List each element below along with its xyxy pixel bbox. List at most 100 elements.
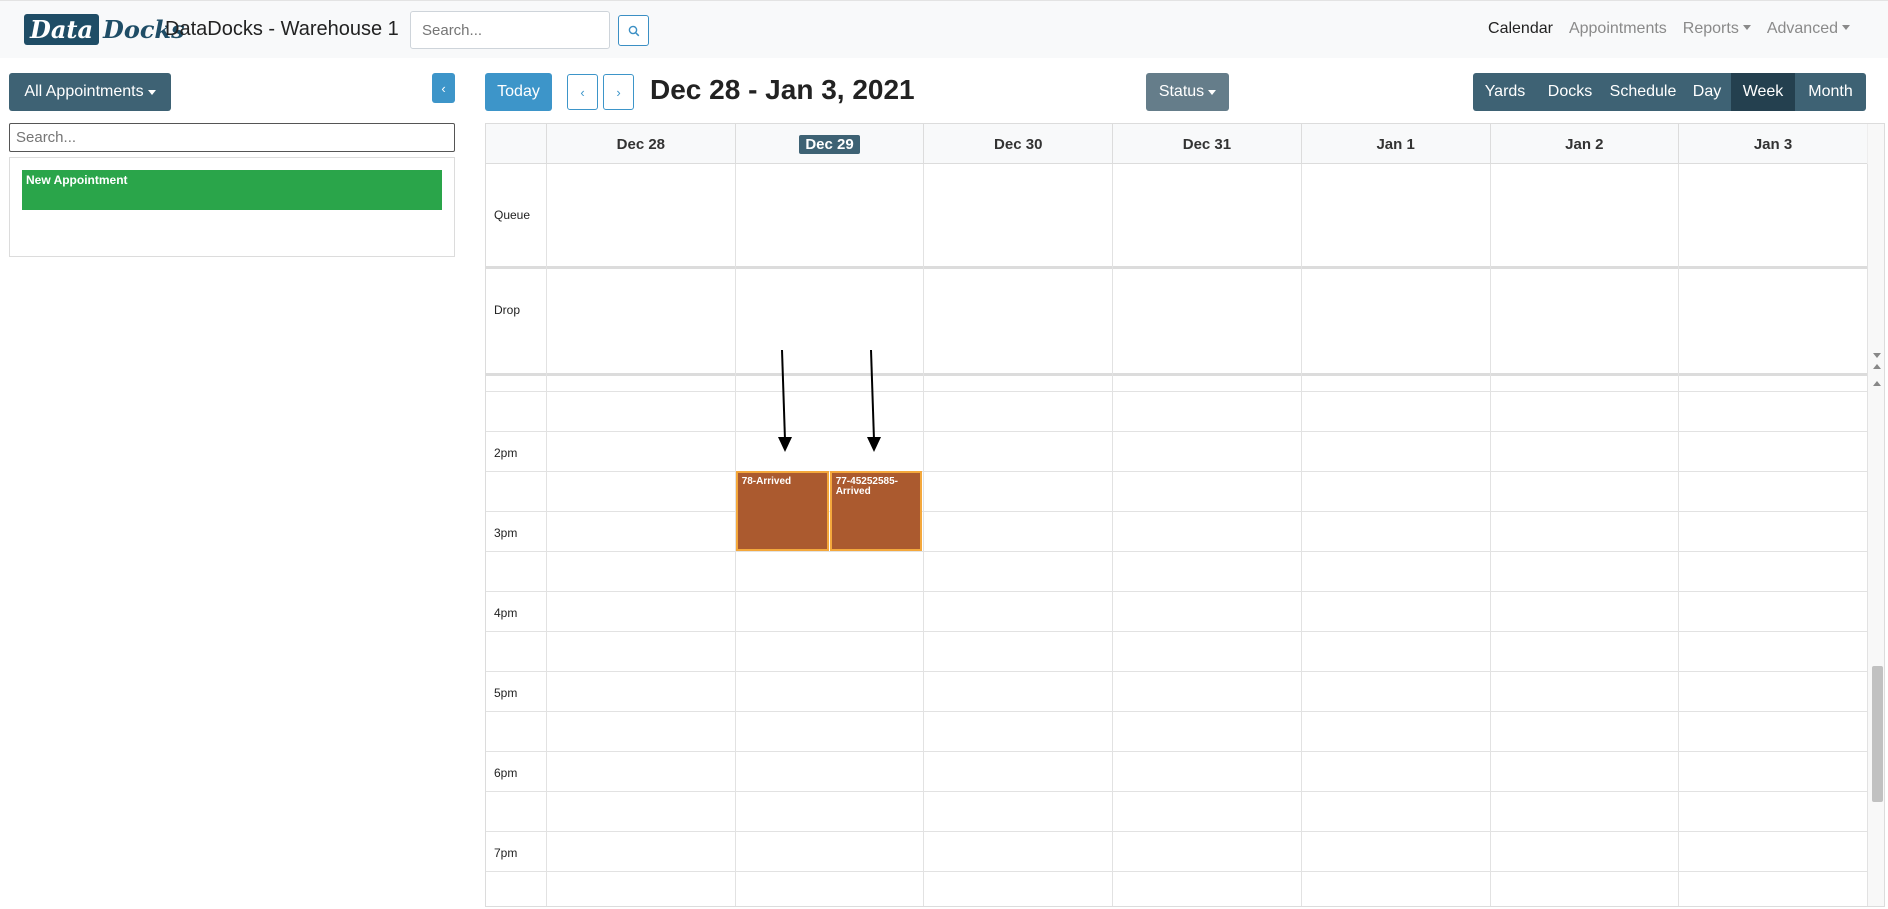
scroll-thumb[interactable] — [1872, 666, 1883, 802]
special-row-label: Queue — [494, 208, 531, 222]
time-label: 7pm — [494, 846, 518, 860]
time-slot-line — [486, 631, 1867, 632]
appointment-card[interactable]: 78-Arrived — [735, 471, 829, 551]
chevron-left-icon: ‹ — [580, 84, 585, 100]
logo[interactable]: Data Docks — [24, 13, 185, 46]
time-label: 3pm — [494, 526, 518, 540]
scroll-up-icon[interactable] — [1873, 364, 1881, 369]
view-yards-button[interactable]: Yards — [1473, 73, 1537, 111]
day-header-label: Jan 2 — [1565, 135, 1604, 153]
column-line — [1489, 164, 1491, 906]
time-slot-line — [486, 671, 1867, 672]
column-line — [1866, 164, 1868, 906]
time-slot-line — [486, 591, 1867, 592]
day-header[interactable]: Dec 30 — [923, 124, 1112, 164]
logo-text-data: Data — [24, 14, 99, 45]
time-slot-line — [486, 711, 1867, 712]
date-range-title: Dec 28 - Jan 3, 2021 — [650, 74, 915, 105]
column-line — [1300, 164, 1302, 906]
time-slot-line — [486, 431, 1867, 432]
day-header-label: Dec 30 — [994, 135, 1043, 153]
day-header-label: Dec 31 — [1182, 135, 1232, 153]
search-icon — [628, 25, 639, 36]
sidebar-search-input[interactable] — [9, 123, 455, 152]
nav-reports[interactable]: Reports — [1675, 20, 1759, 38]
chevron-left-icon: ‹ — [441, 80, 446, 96]
day-header[interactable]: Dec 31 — [1112, 124, 1301, 164]
view-schedule-button[interactable]: Schedule — [1603, 73, 1683, 111]
appointment-label: 78-Arrived — [741, 476, 792, 487]
status-dropdown[interactable]: Status — [1146, 73, 1229, 111]
status-label: Status — [1158, 83, 1205, 100]
annotation-arrows — [778, 349, 881, 452]
view-month-button[interactable]: Month — [1795, 73, 1866, 111]
all-appointments-label: All Appointments — [24, 83, 144, 100]
global-search-button[interactable] — [618, 15, 649, 46]
prev-week-button[interactable]: ‹ — [567, 74, 598, 110]
scroll-up-icon[interactable] — [1873, 381, 1881, 386]
day-header-label: Jan 1 — [1376, 135, 1415, 153]
new-appointment-item[interactable]: New Appointment — [22, 170, 442, 210]
appointment-label: 77-45252585-Arrived — [835, 476, 898, 497]
top-navbar: Data Docks DataDocks - Warehouse 1 Calen… — [0, 0, 1888, 58]
day-header-label: Dec 29 — [799, 134, 860, 154]
appointment-card[interactable]: 77-45252585-Arrived — [829, 471, 922, 551]
nav-label: Appointments — [1568, 20, 1667, 37]
caret-down-icon — [1842, 25, 1850, 30]
time-slot-line — [486, 391, 1867, 392]
row-separator — [486, 373, 1867, 376]
view-docks-button[interactable]: Docks — [1537, 73, 1603, 111]
app: Data Docks DataDocks - Warehouse 1 Calen… — [0, 0, 1888, 909]
today-button[interactable]: Today — [485, 73, 552, 111]
time-slot-line — [486, 791, 1867, 792]
view-week-button[interactable]: Week — [1731, 73, 1795, 111]
row-separator — [486, 266, 1867, 269]
day-header[interactable]: Jan 3 — [1678, 124, 1867, 164]
time-slot-line — [486, 831, 1867, 832]
caret-down-icon — [1742, 25, 1751, 30]
arrow-head-icon — [778, 437, 792, 452]
time-slot-line — [486, 551, 1867, 552]
nav-advanced[interactable]: Advanced — [1759, 20, 1858, 38]
nav-links: Calendar Appointments Reports Advanced — [1480, 20, 1858, 38]
nav-calendar[interactable]: Calendar — [1480, 20, 1561, 38]
caret-down-icon — [1208, 89, 1217, 95]
view-switcher: Yards Docks Schedule Day Week Month — [1473, 73, 1866, 111]
time-label: 4pm — [494, 606, 518, 620]
week-calendar: Dec 28 Dec 29 Dec 30 Dec 31 Jan 1 Jan 2 Jan 3 … — [485, 123, 1885, 907]
all-appointments-dropdown[interactable]: All Appointments — [9, 73, 171, 111]
time-slot-line — [486, 871, 1867, 872]
nav-label: Reports — [1682, 20, 1739, 37]
scroll-down-icon[interactable] — [1873, 353, 1881, 358]
time-slot-line — [486, 511, 1867, 512]
time-label: 6pm — [494, 766, 518, 780]
global-search-input[interactable] — [410, 11, 610, 49]
view-day-button[interactable]: Day — [1683, 73, 1731, 111]
day-header[interactable]: Dec 29 — [734, 124, 924, 164]
column-line — [923, 164, 925, 906]
day-header-label: Jan 3 — [1753, 135, 1793, 153]
day-header[interactable]: Jan 1 — [1300, 124, 1490, 164]
day-header[interactable]: Jan 2 — [1489, 124, 1679, 164]
day-header-label: Dec 28 — [616, 135, 666, 153]
annotation-arrow-line — [870, 349, 875, 441]
nav-label: Calendar — [1488, 20, 1553, 37]
time-slot-line — [486, 471, 1867, 472]
column-line — [546, 164, 547, 906]
day-header[interactable]: Dec 28 — [546, 124, 735, 164]
app-title: DataDocks - Warehouse 1 — [165, 18, 399, 40]
calendar-scrollbar[interactable] — [1867, 124, 1884, 906]
chevron-right-icon: › — [616, 84, 621, 100]
next-week-button[interactable]: › — [603, 74, 634, 110]
column-line — [1112, 164, 1114, 906]
time-slot-line — [486, 751, 1867, 752]
annotation-arrow-line — [781, 349, 786, 441]
nav-label: Advanced — [1766, 20, 1838, 37]
collapse-sidebar-button[interactable]: ‹ — [432, 73, 455, 103]
unscheduled-list: New Appointment — [9, 157, 455, 257]
calendar-header: Dec 28 Dec 29 Dec 30 Dec 31 Jan 1 Jan 2 Jan 3 — [486, 124, 1884, 164]
nav-appointments[interactable]: Appointments — [1561, 20, 1675, 38]
time-label: 2pm — [494, 446, 518, 460]
time-label: 5pm — [494, 686, 518, 700]
arrow-head-icon — [867, 437, 881, 452]
